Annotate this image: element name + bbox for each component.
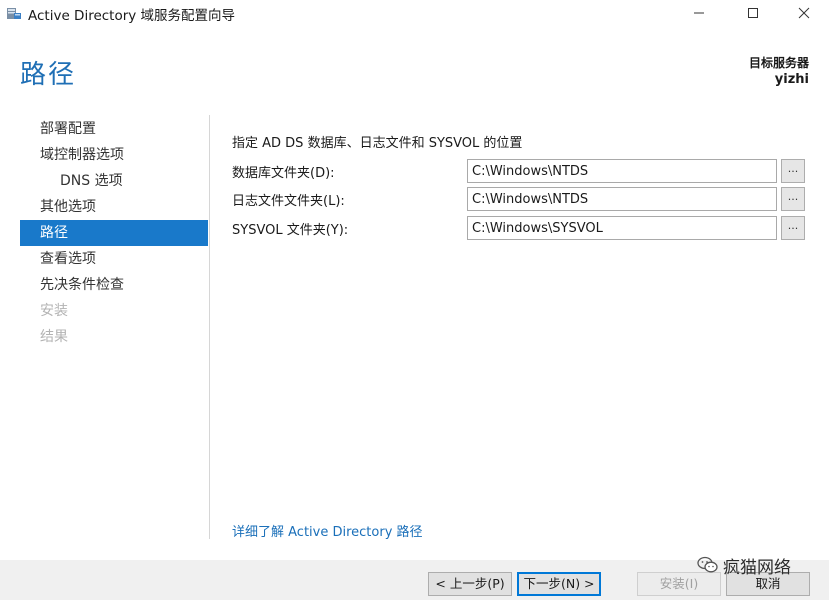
nav-item-dc-options[interactable]: 域控制器选项	[20, 142, 208, 168]
watermark-text: 疯猫网络	[723, 557, 791, 578]
sysvol-folder-input[interactable]	[467, 216, 777, 240]
nav-item-results: 结果	[40, 329, 68, 345]
previous-button[interactable]: < 上一步(P)	[428, 572, 512, 596]
nav-divider	[209, 115, 210, 539]
wizard-nav: 部署配置 域控制器选项 DNS 选项 其他选项 路径 查看选项 先决条件检查 安…	[20, 116, 208, 350]
minimize-icon	[694, 12, 704, 14]
maximize-button[interactable]	[730, 0, 776, 26]
ad-server-icon	[7, 8, 21, 19]
section-title: 指定 AD DS 数据库、日志文件和 SYSVOL 的位置	[232, 136, 523, 151]
log-folder-row: 日志文件文件夹(L): ...	[232, 187, 805, 211]
nav-item-paths[interactable]: 路径	[20, 220, 208, 246]
minimize-button[interactable]	[676, 0, 722, 26]
nav-item-additional-options[interactable]: 其他选项	[20, 194, 208, 220]
page-title: 路径	[20, 60, 77, 90]
window-title: Active Directory 域服务配置向导	[28, 8, 236, 24]
maximize-icon	[748, 8, 758, 18]
target-server-name: yizhi	[774, 72, 809, 87]
sysvol-folder-browse-button[interactable]: ...	[781, 216, 805, 240]
close-icon	[798, 7, 810, 19]
close-button[interactable]	[781, 0, 827, 26]
nav-item-review-options[interactable]: 查看选项	[20, 246, 208, 272]
nav-item-installation: 安装	[40, 303, 68, 319]
watermark: 疯猫网络	[697, 553, 791, 578]
database-folder-row: 数据库文件夹(D): ...	[232, 159, 805, 183]
sysvol-folder-row: SYSVOL 文件夹(Y): ...	[232, 216, 805, 240]
database-folder-browse-button[interactable]: ...	[781, 159, 805, 183]
nav-item-deployment-config[interactable]: 部署配置	[20, 116, 208, 142]
log-folder-browse-button[interactable]: ...	[781, 187, 805, 211]
sysvol-folder-label: SYSVOL 文件夹(Y):	[232, 223, 349, 238]
learn-more-link[interactable]: 详细了解 Active Directory 路径	[232, 521, 423, 540]
log-folder-label: 日志文件文件夹(L):	[232, 194, 345, 209]
wechat-icon	[697, 556, 718, 573]
title-bar: Active Directory 域服务配置向导	[0, 0, 829, 26]
target-server-label: 目标服务器	[748, 56, 809, 70]
next-button[interactable]: 下一步(N) >	[517, 572, 601, 596]
log-folder-input[interactable]	[467, 187, 777, 211]
nav-item-dns-options[interactable]: DNS 选项	[20, 168, 208, 194]
database-folder-input[interactable]	[467, 159, 777, 183]
database-folder-label: 数据库文件夹(D):	[232, 166, 335, 181]
nav-item-prerequisites-check[interactable]: 先决条件检查	[20, 272, 208, 298]
